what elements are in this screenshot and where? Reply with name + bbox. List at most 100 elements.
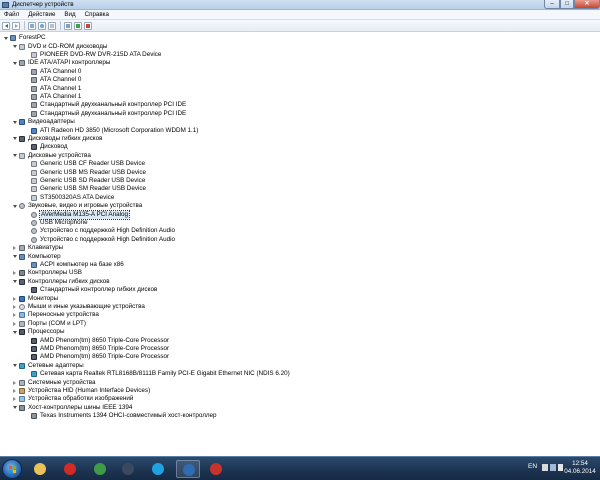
device-item[interactable]: Стандартный двухканальный контроллер PCI…: [24, 101, 186, 109]
collapse-arrow-icon[interactable]: [12, 120, 17, 125]
minimize-button[interactable]: –: [544, 0, 560, 9]
menu-help[interactable]: Справка: [85, 10, 109, 19]
taskbar-app-button[interactable]: [116, 460, 140, 478]
device-category[interactable]: Устройства HID (Human Interface Devices): [12, 387, 150, 395]
forward-icon[interactable]: [12, 21, 20, 30]
device-item[interactable]: ATA Channel 1: [24, 93, 81, 101]
properties-icon[interactable]: [28, 21, 36, 30]
scan-hardware-icon[interactable]: [64, 21, 72, 30]
device-tree[interactable]: ForestPC DVD и CD-ROM дисководы PIONEER DV…: [0, 34, 600, 454]
device-category[interactable]: Устройства обработки изображений: [12, 395, 133, 403]
collapse-arrow-icon[interactable]: [12, 153, 17, 158]
device-category[interactable]: Контроллеры гибких дисков: [12, 278, 110, 286]
device-category[interactable]: Сетевые адаптеры: [12, 362, 84, 370]
windows-logo-icon: [9, 466, 17, 474]
device-item[interactable]: ATA Channel 0: [24, 76, 81, 84]
device-category[interactable]: Контроллеры USB: [12, 269, 82, 277]
close-button[interactable]: ✕: [574, 0, 600, 9]
collapse-arrow-icon[interactable]: [12, 254, 17, 259]
toolbar-separator: [60, 21, 61, 30]
device-item[interactable]: Устройство с поддержкой High Definition …: [24, 236, 175, 244]
device-item[interactable]: Generic USB CF Reader USB Device: [24, 160, 145, 168]
menu-action[interactable]: Действие: [28, 10, 55, 19]
help-icon[interactable]: [38, 21, 46, 30]
collapse-arrow-icon[interactable]: [12, 405, 17, 410]
expand-arrow-icon[interactable]: [12, 304, 17, 309]
device-item[interactable]: Дисковод: [24, 143, 68, 151]
device-item[interactable]: Generic USB SM Reader USB Device: [24, 185, 146, 193]
device-item[interactable]: Texas Instruments 1394 OHCI-совместимый …: [24, 412, 217, 420]
device-category[interactable]: Процессоры: [12, 328, 64, 336]
device-item[interactable]: Стандартный двухканальный контроллер PCI…: [24, 110, 186, 118]
device-item[interactable]: Generic USB MS Reader USB Device: [24, 168, 146, 176]
device-category[interactable]: Компьютер: [12, 252, 61, 260]
system-tray[interactable]: [542, 464, 564, 472]
menu-view[interactable]: Вид: [64, 10, 75, 19]
collapse-arrow-icon[interactable]: [12, 44, 17, 49]
device-category[interactable]: DVD и CD-ROM дисководы: [12, 42, 107, 50]
device-category[interactable]: Переносные устройства: [12, 311, 99, 319]
flag-icon[interactable]: [542, 464, 548, 471]
collapse-arrow-icon[interactable]: [12, 136, 17, 141]
tree-root[interactable]: ForestPC: [3, 34, 46, 42]
expand-arrow-icon[interactable]: [12, 271, 17, 276]
disk-device-icon: [31, 51, 37, 58]
clock[interactable]: 12:54 04.06.2014: [563, 460, 597, 476]
device-item[interactable]: ACPI компьютер на базе x86: [24, 261, 124, 269]
taskbar-app-button[interactable]: [204, 460, 228, 478]
title-bar[interactable]: Диспетчер устройств – □ ✕: [0, 0, 600, 10]
taskbar-app-button[interactable]: [58, 460, 82, 478]
device-category[interactable]: Порты (COM и LPT): [12, 320, 86, 328]
device-item[interactable]: ATI Radeon HD 3850 (Microsoft Corporatio…: [24, 126, 198, 134]
collapse-arrow-icon[interactable]: [12, 363, 17, 368]
device-category[interactable]: IDE ATA/ATAPI контроллеры: [12, 59, 110, 67]
menu-file[interactable]: Файл: [4, 10, 19, 19]
taskbar-app-button[interactable]: [176, 460, 200, 478]
device-item[interactable]: ATA Channel 0: [24, 68, 81, 76]
device-category[interactable]: Системные устройства: [12, 378, 96, 386]
device-category[interactable]: Мыши и иные указывающие устройства: [12, 303, 145, 311]
device-item[interactable]: Сетевая карта Realtek RTL8168B/8111B Fam…: [24, 370, 290, 378]
device-category[interactable]: Дисководы гибких дисков: [12, 135, 102, 143]
uninstall-icon[interactable]: [84, 21, 92, 30]
expand-arrow-icon[interactable]: [12, 246, 17, 251]
expand-arrow-icon[interactable]: [12, 397, 17, 402]
collapse-arrow-icon[interactable]: [12, 279, 17, 284]
start-button[interactable]: [2, 459, 22, 479]
collapse-arrow-icon[interactable]: [3, 36, 8, 41]
expand-arrow-icon[interactable]: [12, 313, 17, 318]
disable-icon[interactable]: [74, 21, 82, 30]
device-item[interactable]: AMD Phenom(tm) 8650 Triple-Core Processo…: [24, 345, 169, 353]
maximize-button[interactable]: □: [560, 0, 574, 9]
collapse-arrow-icon[interactable]: [12, 204, 17, 209]
update-driver-icon[interactable]: [48, 21, 56, 30]
device-item[interactable]: AMD Phenom(tm) 8650 Triple-Core Processo…: [24, 336, 169, 344]
device-item[interactable]: Стандартный контроллер гибких дисков: [24, 286, 157, 294]
device-category[interactable]: Мониторы: [12, 294, 58, 302]
device-item[interactable]: ST3500320AS ATA Device: [24, 194, 114, 202]
device-item[interactable]: AMD Phenom(tm) 8650 Triple-Core Processo…: [24, 353, 169, 361]
device-category[interactable]: Клавиатуры: [12, 244, 63, 252]
network-icon[interactable]: [550, 464, 556, 471]
collapse-arrow-icon[interactable]: [12, 330, 17, 335]
expand-arrow-icon[interactable]: [12, 380, 17, 385]
expand-arrow-icon[interactable]: [12, 321, 17, 326]
device-item[interactable]: Устройство с поддержкой High Definition …: [24, 227, 175, 235]
taskbar-app-button[interactable]: [88, 460, 112, 478]
device-item[interactable]: PIONEER DVD-RW DVR-215D ATA Device: [24, 51, 161, 59]
device-item[interactable]: ATA Channel 1: [24, 84, 81, 92]
back-icon[interactable]: [2, 21, 10, 30]
language-indicator[interactable]: EN: [528, 463, 537, 471]
device-category[interactable]: Звуковые, видео и игровые устройства: [12, 202, 142, 210]
device-item[interactable]: Generic USB SD Reader USB Device: [24, 177, 145, 185]
device-category[interactable]: Хост-контроллеры шины IEEE 1394: [12, 404, 132, 412]
expand-arrow-icon[interactable]: [12, 296, 17, 301]
device-item[interactable]: USB Microphone: [24, 219, 88, 227]
taskbar-app-button[interactable]: [28, 460, 52, 478]
collapse-arrow-icon[interactable]: [12, 61, 17, 66]
expand-arrow-icon[interactable]: [12, 388, 17, 393]
taskbar-app-button[interactable]: [146, 460, 170, 478]
device-category[interactable]: Видеоадаптеры: [12, 118, 75, 126]
device-category[interactable]: Дисковые устройства: [12, 152, 91, 160]
device-item[interactable]: AVerMedia M135-A PCI Analog: [24, 209, 131, 220]
